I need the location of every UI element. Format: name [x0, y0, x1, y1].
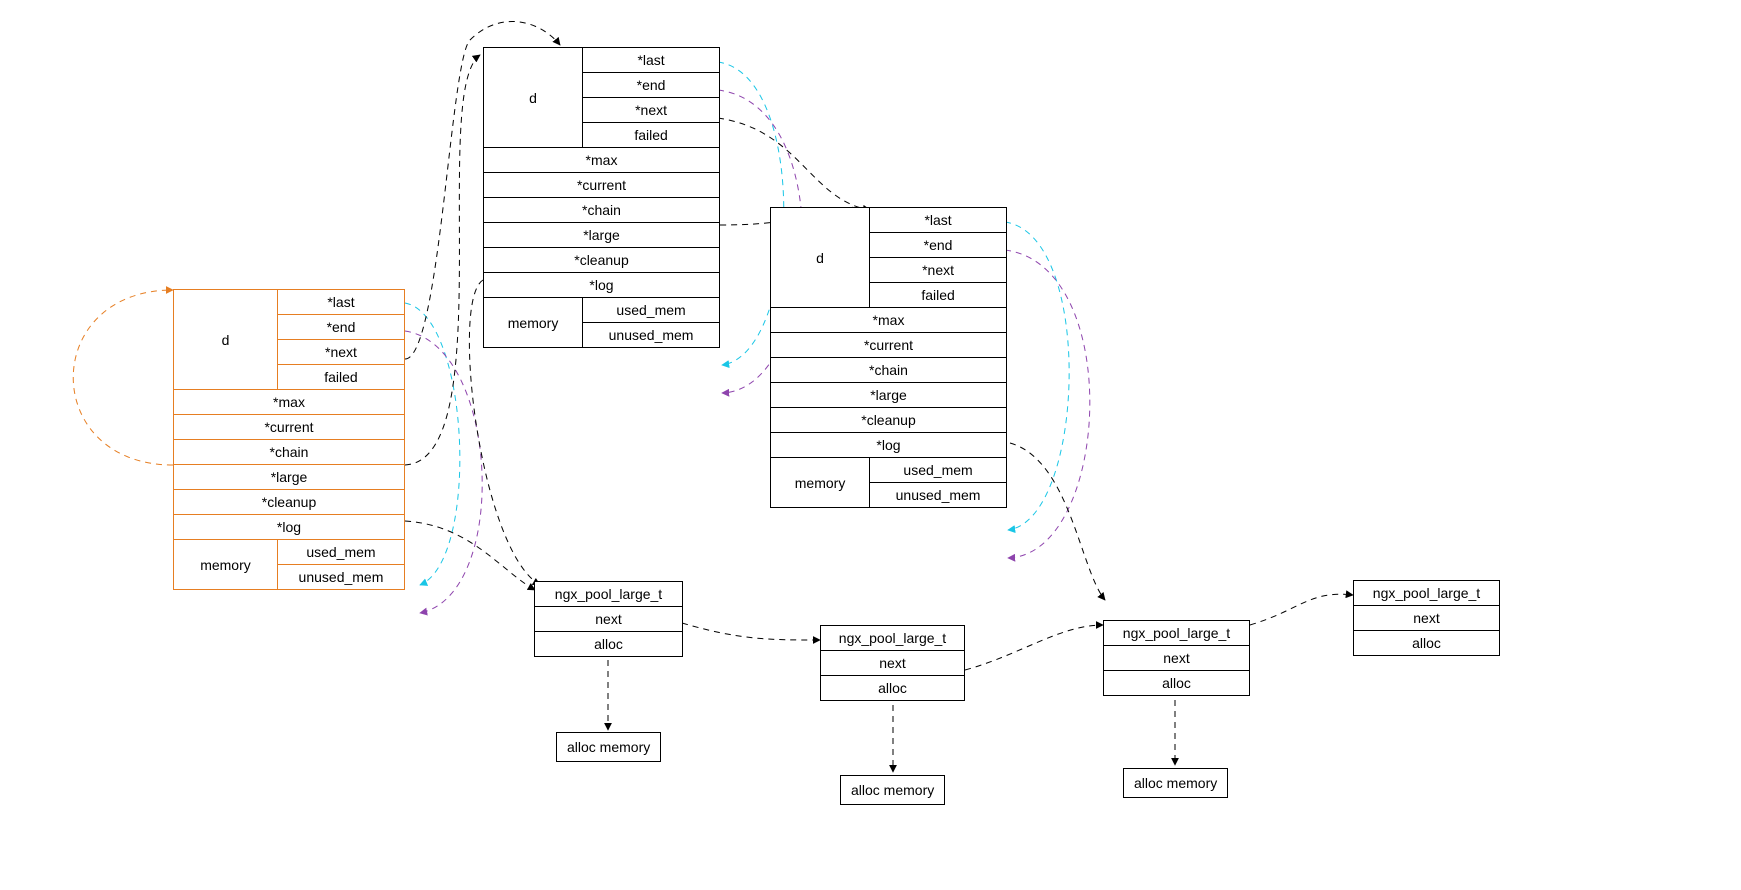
pool3-large: *large: [771, 383, 1007, 408]
edge-pool3-end-unusedmem: [1005, 250, 1090, 558]
pool3-next: *next: [870, 258, 1007, 283]
pool1-max: *max: [174, 390, 405, 415]
edge-large1-next-large2: [682, 623, 820, 640]
large1-alloc: alloc: [535, 632, 683, 657]
pool2-next: *next: [583, 98, 720, 123]
pool1-usedmem: used_mem: [277, 540, 404, 565]
edge-pool3-last-usedmem: [1005, 222, 1069, 530]
pool1-end: *end: [277, 315, 404, 340]
large1-next: next: [535, 607, 683, 632]
edge-pool1-current-pool2: [405, 55, 480, 465]
pool1-next: *next: [277, 340, 404, 365]
pool3-failed: failed: [870, 283, 1007, 308]
pool1-chain: *chain: [174, 440, 405, 465]
pool1-log: *log: [174, 515, 405, 540]
pool3-unusedmem: unused_mem: [870, 483, 1007, 508]
pool1-failed: failed: [277, 365, 404, 390]
pool1-memory-label: memory: [174, 540, 278, 590]
pool3-d-label: d: [771, 208, 870, 308]
edge-large3-next-large4: [1250, 594, 1353, 625]
pool2-end: *end: [583, 73, 720, 98]
pool3-usedmem: used_mem: [870, 458, 1007, 483]
large3-title: ngx_pool_large_t: [1104, 621, 1250, 646]
large2-alloc: alloc: [821, 676, 965, 701]
large4-title: ngx_pool_large_t: [1354, 581, 1500, 606]
pool3-current: *current: [771, 333, 1007, 358]
pool3-last: *last: [870, 208, 1007, 233]
edge-pool1-current-self: [73, 290, 173, 465]
large-struct-2: ngx_pool_large_t next alloc: [820, 625, 965, 701]
pool1-cleanup: *cleanup: [174, 490, 405, 515]
pool3-max: *max: [771, 308, 1007, 333]
alloc-memory-3: alloc memory: [1123, 768, 1228, 798]
large2-title: ngx_pool_large_t: [821, 626, 965, 651]
pool1-large: *large: [174, 465, 405, 490]
large4-alloc: alloc: [1354, 631, 1500, 656]
pool3-end: *end: [870, 233, 1007, 258]
edge-pool1-large-large1: [405, 521, 535, 590]
large4-next: next: [1354, 606, 1500, 631]
pool2-d-label: d: [484, 48, 583, 148]
pool2-current: *current: [484, 173, 720, 198]
pool2-last: *last: [583, 48, 720, 73]
pool1-last: *last: [277, 290, 404, 315]
pool1-unusedmem: unused_mem: [277, 565, 404, 590]
pool2-unusedmem: unused_mem: [583, 323, 720, 348]
large-struct-1: ngx_pool_large_t next alloc: [534, 581, 683, 657]
pool-struct-2: d *last *end *next failed *max *current …: [483, 47, 720, 348]
pool3-cleanup: *cleanup: [771, 408, 1007, 433]
large3-alloc: alloc: [1104, 671, 1250, 696]
diagram-canvas: d *last *end *next failed *max *current …: [0, 0, 1741, 890]
pool2-max: *max: [484, 148, 720, 173]
edge-pool2-next-pool3: [718, 118, 870, 210]
large2-next: next: [821, 651, 965, 676]
pool3-chain: *chain: [771, 358, 1007, 383]
alloc-memory-2: alloc memory: [840, 775, 945, 805]
large3-next: next: [1104, 646, 1250, 671]
pool2-memory-label: memory: [484, 298, 583, 348]
pool3-memory-label: memory: [771, 458, 870, 508]
edge-pool1-last-usedmem: [405, 303, 460, 585]
large-struct-4: ngx_pool_large_t next alloc: [1353, 580, 1500, 656]
alloc-memory-1: alloc memory: [556, 732, 661, 762]
edge-pool1-end-unusedmem: [405, 331, 482, 613]
pool2-usedmem: used_mem: [583, 298, 720, 323]
pool-struct-3: d *last *end *next failed *max *current …: [770, 207, 1007, 508]
pool-struct-1: d *last *end *next failed *max *current …: [173, 289, 405, 590]
edge-large2-next-large3: [965, 625, 1103, 670]
large-struct-3: ngx_pool_large_t next alloc: [1103, 620, 1250, 696]
pool2-chain: *chain: [484, 198, 720, 223]
pool2-cleanup: *cleanup: [484, 248, 720, 273]
pool3-log: *log: [771, 433, 1007, 458]
pool2-failed: failed: [583, 123, 720, 148]
pool2-large: *large: [484, 223, 720, 248]
large1-title: ngx_pool_large_t: [535, 582, 683, 607]
pool1-d-label: d: [174, 290, 278, 390]
pool1-current: *current: [174, 415, 405, 440]
pool2-log: *log: [484, 273, 720, 298]
edge-pool3-large-large3: [1010, 443, 1105, 600]
